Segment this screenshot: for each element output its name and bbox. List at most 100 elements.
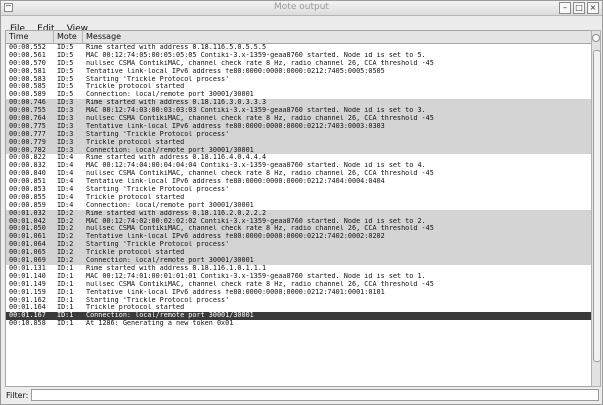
table-row[interactable]: 00:01.065 ID:2 Trickle protocol started bbox=[6, 249, 592, 258]
cell-message: Starting 'Trickle Protocol process' bbox=[86, 186, 230, 194]
cell-message: Connection: local/remote port 30001/3000… bbox=[86, 201, 254, 209]
table-row[interactable]: 00:00.755 ID:3 MAC 00:12:74:03:00:03:03:03… bbox=[6, 107, 592, 116]
table-row[interactable]: 00:00.840 ID:4 nullsec CSMA ContikiMAC, ch… bbox=[6, 170, 592, 179]
cell-time: 00:00.775 bbox=[9, 122, 46, 130]
log-table[interactable]: Time Mote Message 00:00.552 ID:5 Rime star… bbox=[5, 30, 593, 387]
cell-message: Rime started with address 0.18.116.5.0.5… bbox=[86, 44, 267, 51]
column-header-message[interactable]: Message bbox=[83, 31, 592, 43]
cell-message: Trickle protocol started bbox=[86, 138, 185, 146]
cell-time: 00:00.755 bbox=[9, 107, 46, 115]
cell-message: Starting 'Trickle Protocol process' bbox=[86, 296, 230, 304]
table-body: 00:00.552 ID:5 Rime started with address 0… bbox=[6, 44, 592, 329]
cell-message: Tentative link-local IPv6 address fe80:0… bbox=[86, 122, 385, 130]
cell-time: 00:01.042 bbox=[9, 217, 46, 225]
cell-mote: ID:5 bbox=[57, 51, 74, 59]
cell-mote: ID:1 bbox=[57, 312, 74, 320]
filter-input[interactable] bbox=[31, 389, 599, 401]
cell-time: 00:01.131 bbox=[9, 264, 46, 272]
cell-mote: ID:2 bbox=[57, 241, 74, 249]
table-row[interactable]: 00:01.140 ID:1 MAC 00:12:74:01:00:01:01:01… bbox=[6, 272, 592, 281]
table-row[interactable]: 00:01.167 ID:1 Connection: local/remote po… bbox=[6, 312, 592, 321]
table-row[interactable]: 00:01.064 ID:2 Starting 'Trickle Protocol … bbox=[6, 241, 592, 250]
cell-time: 00:01.159 bbox=[9, 288, 46, 296]
table-row[interactable]: 00:00.782 ID:3 Connection: local/remote po… bbox=[6, 146, 592, 155]
cell-message: nullsec CSMA ContikiMAC, channel check r… bbox=[86, 280, 434, 288]
cell-mote: ID:2 bbox=[57, 257, 74, 265]
table-row[interactable]: 00:00.581 ID:5 Tentative link-local IPv6 a… bbox=[6, 67, 592, 76]
table-row[interactable]: 00:00.859 ID:4 Connection: local/remote po… bbox=[6, 201, 592, 210]
scroll-up-knob[interactable] bbox=[592, 34, 600, 42]
table-row[interactable]: 00:00.777 ID:3 Starting 'Trickle Protocol … bbox=[6, 130, 592, 139]
table-row[interactable]: 00:00.764 ID:3 nullsec CSMA ContikiMAC, ch… bbox=[6, 115, 592, 123]
table-row[interactable]: 00:00.853 ID:4 Starting 'Trickle Protocol … bbox=[6, 186, 592, 194]
table-row[interactable]: 00:01.159 ID:1 Tentative link-local IPv6 a… bbox=[6, 288, 592, 297]
cell-time: 00:01.050 bbox=[9, 225, 46, 233]
filter-label: Filter: bbox=[6, 391, 29, 400]
table-row[interactable]: 00:00.570 ID:5 nullsec CSMA ContikiMAC, ch… bbox=[6, 59, 592, 68]
minimize-icon[interactable]: – bbox=[559, 2, 571, 14]
table-row[interactable]: 00:01.162 ID:1 Starting 'Trickle Protocol … bbox=[6, 296, 592, 305]
cell-time: 00:01.061 bbox=[9, 233, 46, 241]
cell-message: Connection: local/remote port 30001/3000… bbox=[86, 312, 254, 320]
cell-mote: ID:2 bbox=[57, 225, 74, 233]
cell-time: 00:01.167 bbox=[9, 312, 46, 320]
table-row[interactable]: 00:01.032 ID:2 Rime started with address 0… bbox=[6, 209, 592, 218]
table-row[interactable]: 00:00.832 ID:4 MAC 00:12:74:04:00:04:04:04… bbox=[6, 162, 592, 171]
table-row[interactable]: 00:01.061 ID:2 Tentative link-local IPv6 a… bbox=[6, 233, 592, 242]
cell-message: Starting 'Trickle Protocol process' bbox=[86, 75, 230, 83]
cell-message: nullsec CSMA ContikiMAC, channel check r… bbox=[86, 225, 434, 233]
vertical-scrollbar[interactable] bbox=[591, 30, 601, 387]
table-row[interactable]: 00:00.775 ID:3 Tentative link-local IPv6 a… bbox=[6, 122, 592, 131]
cell-time: 00:00.561 bbox=[9, 51, 46, 59]
table-row[interactable]: 00:01.149 ID:1 nullsec CSMA ContikiMAC, ch… bbox=[6, 280, 592, 289]
cell-time: 00:01.164 bbox=[9, 304, 46, 312]
cell-mote: ID:3 bbox=[57, 115, 74, 123]
table-row[interactable]: 00:00.855 ID:4 Trickle protocol started bbox=[6, 193, 592, 202]
scrollbar-thumb[interactable] bbox=[593, 50, 601, 362]
table-row[interactable]: 00:01.050 ID:2 nullsec CSMA ContikiMAC, ch… bbox=[6, 225, 592, 234]
table-row[interactable]: 00:01.131 ID:1 Rime started with address 0… bbox=[6, 264, 592, 273]
cell-time: 00:10.858 bbox=[9, 320, 46, 328]
cell-message: Tentative link-local IPv6 address fe80:0… bbox=[86, 288, 385, 296]
cell-time: 00:00.851 bbox=[9, 178, 46, 186]
cell-mote: ID:5 bbox=[57, 67, 74, 75]
cell-mote: ID:3 bbox=[57, 138, 74, 146]
table-row[interactable]: 00:00.561 ID:5 MAC 00:12:74:05:00:05:05:05… bbox=[6, 51, 592, 60]
title-bar[interactable]: Mote output – □ × bbox=[1, 1, 602, 16]
cell-time: 00:01.149 bbox=[9, 280, 46, 288]
table-row[interactable]: 00:00.552 ID:5 Rime started with address 0… bbox=[6, 44, 592, 52]
table-row[interactable]: 00:00.583 ID:5 Starting 'Trickle Protocol … bbox=[6, 75, 592, 84]
cell-mote: ID:5 bbox=[57, 59, 74, 67]
table-row[interactable]: 00:00.851 ID:4 Tentative link-local IPv6 a… bbox=[6, 178, 592, 187]
cell-message: Connection: local/remote port 30001/3000… bbox=[86, 91, 254, 99]
cell-time: 00:00.570 bbox=[9, 59, 46, 67]
cell-time: 00:00.583 bbox=[9, 75, 46, 83]
cell-time: 00:00.581 bbox=[9, 67, 46, 75]
column-header-mote[interactable]: Mote bbox=[54, 31, 83, 43]
cell-time: 00:00.855 bbox=[9, 193, 46, 201]
table-row[interactable]: 00:01.042 ID:2 MAC 00:12:74:02:00:02:02:02… bbox=[6, 217, 592, 226]
table-row[interactable]: 00:00.779 ID:3 Trickle protocol started bbox=[6, 138, 592, 147]
table-row[interactable]: 00:00.589 ID:5 Connection: local/remote po… bbox=[6, 91, 592, 100]
close-icon[interactable]: × bbox=[587, 2, 599, 14]
cell-message: MAC 00:12:74:03:00:03:03:03 Contiki-3.x-… bbox=[86, 107, 426, 115]
table-header: Time Mote Message bbox=[6, 31, 592, 44]
column-header-time[interactable]: Time bbox=[6, 31, 54, 43]
table-row[interactable]: 00:00.585 ID:5 Trickle protocol started bbox=[6, 83, 592, 92]
maximize-icon[interactable]: □ bbox=[573, 2, 585, 14]
cell-mote: ID:1 bbox=[57, 296, 74, 304]
table-row[interactable]: 00:01.069 ID:2 Connection: local/remote po… bbox=[6, 257, 592, 265]
cell-mote: ID:2 bbox=[57, 209, 74, 217]
cell-message: Connection: local/remote port 30001/3000… bbox=[86, 257, 254, 265]
cell-mote: ID:4 bbox=[57, 162, 74, 170]
cell-mote: ID:4 bbox=[57, 170, 74, 178]
table-row[interactable]: 00:00.822 ID:4 Rime started with address 0… bbox=[6, 154, 592, 163]
cell-message: Connection: local/remote port 30001/3000… bbox=[86, 146, 254, 154]
table-row[interactable]: 00:01.164 ID:1 Trickle protocol started bbox=[6, 304, 592, 313]
cell-message: nullsec CSMA ContikiMAC, channel check r… bbox=[86, 115, 434, 123]
table-row[interactable]: 00:10.858 ID:1 At 1286: Generating a new t… bbox=[6, 320, 592, 329]
cell-message: Tentative link-local IPv6 address fe80:0… bbox=[86, 67, 385, 75]
cell-message: Trickle protocol started bbox=[86, 193, 185, 201]
table-row[interactable]: 00:00.746 ID:3 Rime started with address 0… bbox=[6, 99, 592, 108]
cell-time: 00:01.065 bbox=[9, 249, 46, 257]
